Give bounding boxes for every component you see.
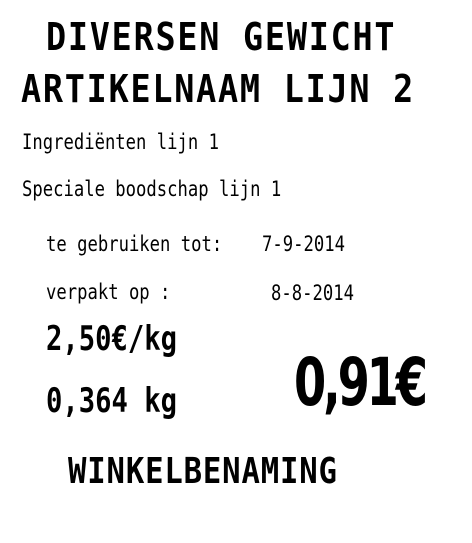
use-by-label: te gebruiken tot: [46,232,223,256]
packed-on-label: verpakt op : [46,280,171,304]
unit-price: 2,50€/kg [46,319,178,359]
special-message-line: Speciale boodschap lijn 1 [22,177,282,201]
use-by-date: 7-9-2014 [262,232,345,256]
net-weight: 0,364 kg [46,381,178,421]
product-title-line-2: ARTIKELNAAM LIJN 2 [21,67,416,111]
product-title-line-1: DIVERSEN GEWICHT [46,15,397,59]
total-price: 0,91€ [294,344,428,421]
shop-name: WINKELBENAMING [68,451,338,492]
ingredients-line: Ingrediënten lijn 1 [22,130,219,154]
packed-on-date: 8-8-2014 [271,281,354,305]
